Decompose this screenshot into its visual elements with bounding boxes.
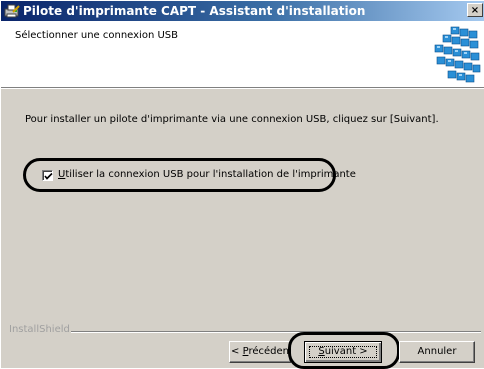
back-button[interactable]: < Précéden — [229, 341, 291, 363]
window-title: Pilote d'imprimante CAPT - Assistant d'i… — [23, 4, 366, 18]
use-usb-checkbox-label[interactable]: Utiliser la connexion USB pour l'install… — [58, 169, 356, 180]
page-title: Sélectionner une connexion USB — [15, 30, 178, 41]
wizard-header: Sélectionner une connexion USB — [1, 21, 484, 87]
header-divider — [1, 87, 484, 89]
instruction-text: Pour installer un pilote d'imprimante vi… — [25, 114, 439, 125]
use-usb-checkbox[interactable] — [42, 170, 53, 181]
close-icon: × — [470, 5, 480, 16]
checkmark-icon — [44, 172, 53, 180]
cancel-button[interactable]: Annuler — [399, 341, 475, 363]
next-button-callout-outline — [288, 332, 400, 369]
installer-window: Pilote d'imprimante CAPT - Assistant d'i… — [0, 0, 484, 369]
title-bar[interactable]: Pilote d'imprimante CAPT - Assistant d'i… — [1, 1, 484, 21]
installshield-brand: InstallShield — [9, 324, 70, 335]
printer-setup-icon — [4, 4, 20, 18]
close-button[interactable]: × — [467, 3, 483, 17]
footer-divider — [71, 331, 481, 333]
installer-logo-icon — [434, 26, 481, 83]
